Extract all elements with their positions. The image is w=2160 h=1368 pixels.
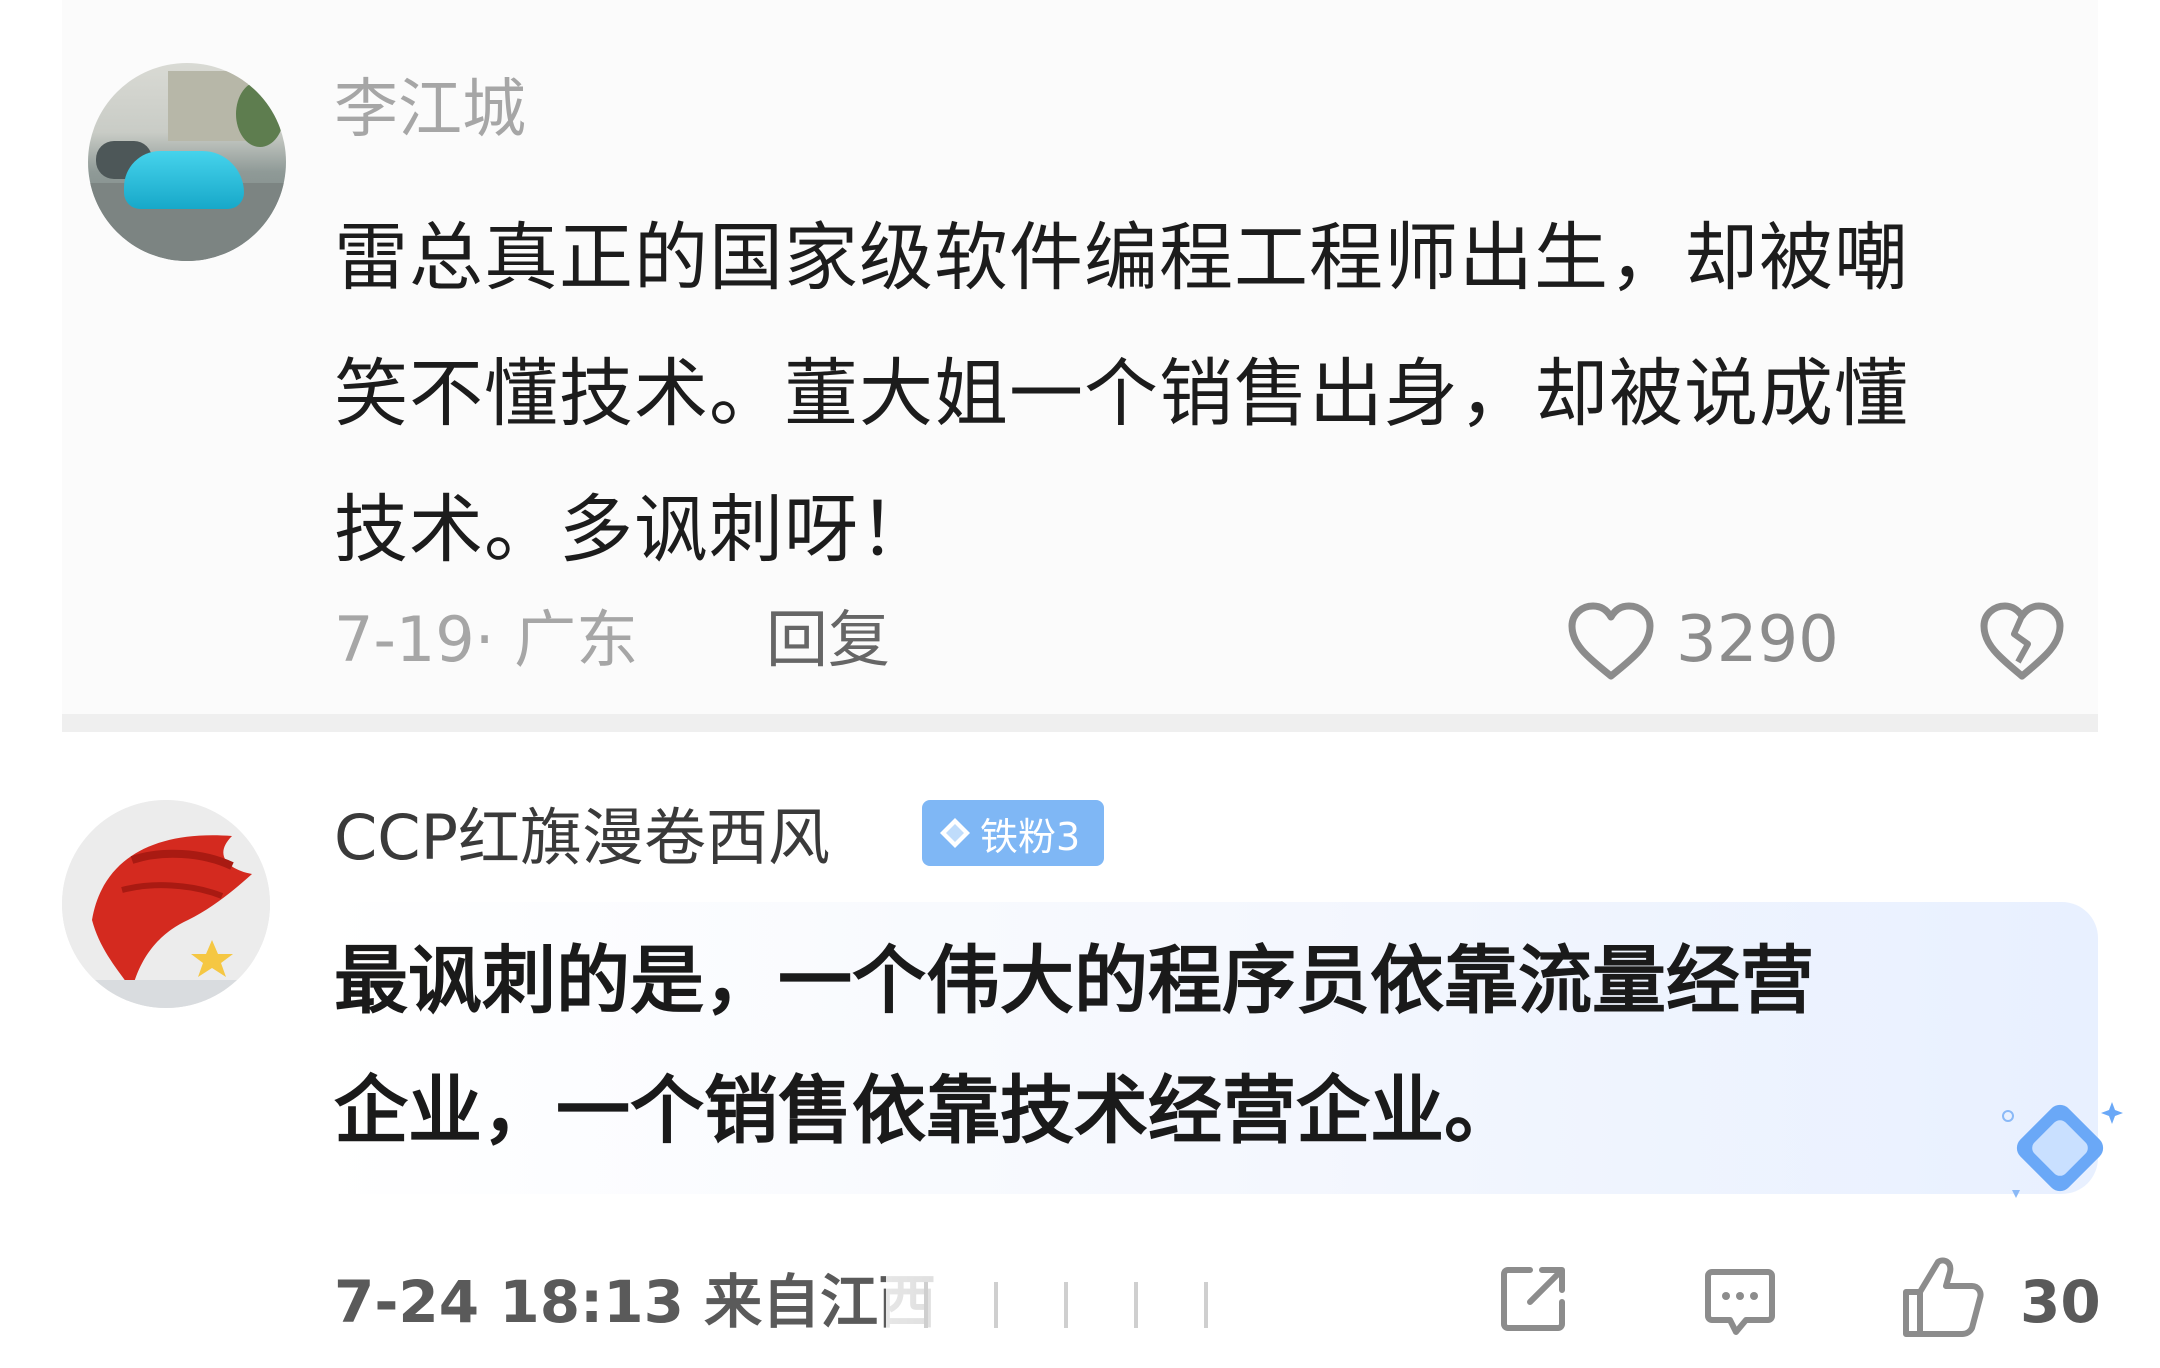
comment-1-line-1: 雷总真正的国家级软件编程工程师出生，却被嘲 — [334, 215, 1909, 301]
comment-icon[interactable] — [1700, 1262, 1780, 1342]
comment-2-timestamp-source: 7-24 18:13 来自江西 — [334, 1268, 937, 1336]
comment-divider — [62, 714, 2098, 732]
avatar-ccp-hongqi[interactable] — [62, 800, 270, 1008]
comment-1-reply-button[interactable]: 回复 — [766, 600, 890, 680]
comment-2-text: 最讽刺的是，一个伟大的程序员依靠流量经营 企业，一个销售依靠技术经营企业。 — [334, 916, 2074, 1176]
fan-level-badge-label: 铁粉3 — [980, 814, 1081, 859]
comment-2-line-1: 最讽刺的是，一个伟大的程序员依靠流量经营 — [334, 938, 1814, 1024]
comment-2-username[interactable]: CCP红旗漫卷西风 — [334, 798, 830, 878]
comment-2-line-2: 企业，一个销售依靠技术经营企业。 — [334, 1068, 1518, 1154]
comment-1-username[interactable]: 李江城 — [334, 70, 526, 150]
sparkle-diamond-icon — [1990, 1094, 2130, 1204]
thumbs-up-icon[interactable] — [1898, 1252, 1988, 1342]
comment-1-date-location: 7-19· 广东 — [334, 603, 639, 676]
avatar-li-jiangcheng[interactable] — [88, 63, 286, 261]
heart-icon[interactable] — [1566, 600, 1656, 682]
fan-level-badge[interactable]: 铁粉3 — [922, 800, 1104, 866]
avatar-tree — [236, 81, 284, 147]
watermark-overlay — [886, 1268, 1266, 1340]
comment-1-like-count: 3290 — [1676, 603, 1839, 677]
comment-2-like-count: 30 — [2020, 1268, 2101, 1336]
avatar-car-blue — [124, 151, 244, 209]
comment-1-line-2: 笑不懂技术。董大姐一个销售出身，却被说成懂 — [334, 351, 1909, 437]
share-icon[interactable] — [1496, 1262, 1570, 1336]
comment-1-text: 雷总真正的国家级软件编程工程师出生，却被嘲 笑不懂技术。董大姐一个销售出身，却被… — [334, 190, 2054, 598]
broken-heart-icon[interactable] — [1978, 600, 2066, 682]
diamond-icon — [940, 818, 970, 848]
comment-1-line-3: 技术。多讽刺呀！ — [334, 487, 934, 573]
